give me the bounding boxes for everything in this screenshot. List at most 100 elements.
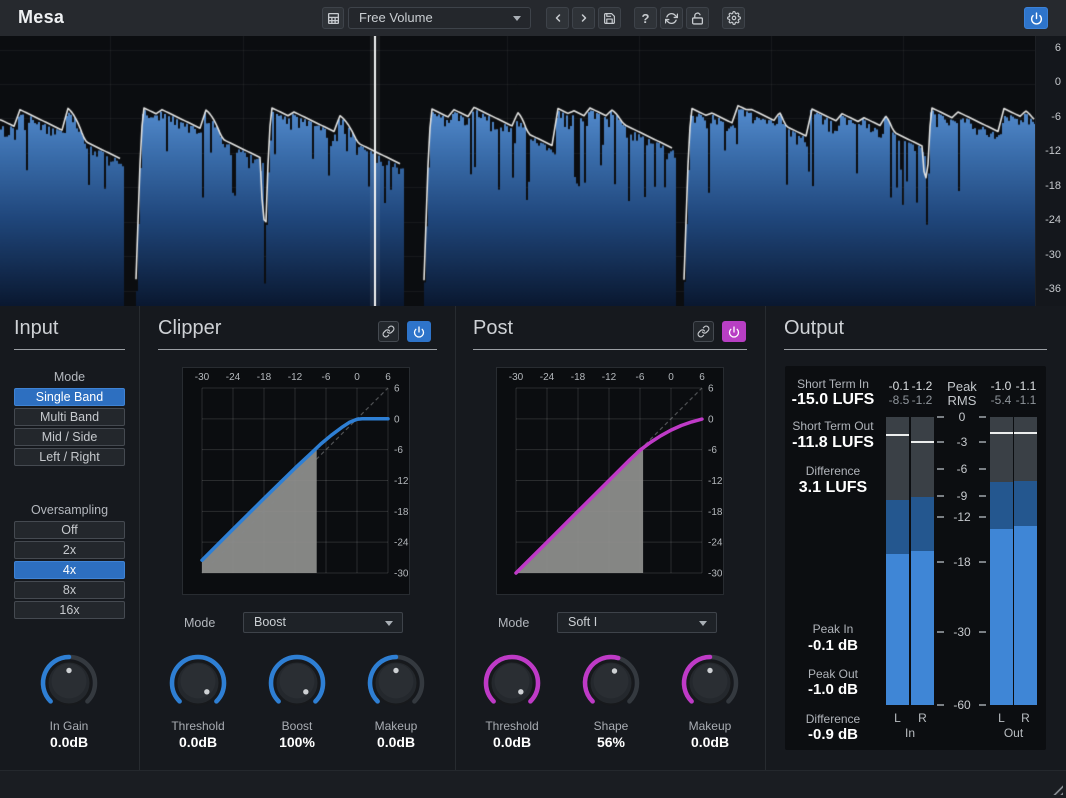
save-preset-button[interactable] [598,7,621,29]
oversampling-option[interactable]: 4x [14,561,125,579]
oversampling-option[interactable]: 16x [14,601,125,619]
loudness-label: Short Term In [785,377,881,391]
clipper-threshold-knob[interactable] [167,652,229,714]
clipper-boost-knob[interactable] [266,652,328,714]
preset-browser-button[interactable] [322,7,344,29]
input-mode-option[interactable]: Mid / Side [14,428,125,446]
post-threshold-knob-value: 0.0dB [466,734,558,750]
clipper-knob-row: Threshold0.0dBBoost100%Makeup0.0dB [152,652,442,750]
post-shape-knob[interactable] [580,652,642,714]
refresh-icon [665,12,678,25]
grid-icon [327,12,340,25]
in-gain-knob[interactable] [38,652,100,714]
meter-scale-label: -18 [942,555,982,569]
meter-scale-label: -30 [942,625,982,639]
footer [0,770,1066,798]
input-mode-option[interactable]: Left / Right [14,448,125,466]
clipper-boost-knob-block: Boost100% [251,652,343,750]
unlock-icon [691,12,704,25]
refresh-button[interactable] [660,7,683,29]
svg-text:0: 0 [708,414,714,425]
power-icon [413,326,425,338]
divider [158,349,437,350]
svg-text:-30: -30 [195,372,210,383]
resize-grip[interactable] [1049,781,1063,795]
post-mode-label: Mode [498,616,529,630]
in-gain-knob-value: 0.0dB [23,734,115,750]
clipper-transfer-graph: -30-24-18-12-60660-6-12-18-24-30 [182,367,410,595]
input-mode-option[interactable]: Single Band [14,388,125,406]
bypass-power-button[interactable] [1024,7,1048,29]
post-makeup-knob[interactable] [679,652,741,714]
input-mode-option[interactable]: Multi Band [14,408,125,426]
svg-text:-12: -12 [708,476,723,487]
post-shape-knob-label: Shape [565,719,657,733]
preset-select[interactable]: Free Volume [348,7,531,29]
db-scale-label: -24 [1045,213,1061,227]
svg-text:0: 0 [354,372,360,383]
prev-preset-button[interactable] [546,7,569,29]
save-icon [603,12,616,25]
waveform-canvas [0,36,1035,306]
db-scale-label: -18 [1045,179,1061,193]
divider [784,349,1047,350]
next-preset-button[interactable] [572,7,595,29]
chevron-right-icon [578,12,590,24]
svg-text:-30: -30 [509,372,524,383]
help-icon: ? [642,11,650,26]
lock-button[interactable] [686,7,709,29]
clipper-makeup-knob[interactable] [365,652,427,714]
app-title: Mesa [18,7,64,28]
svg-text:6: 6 [394,384,400,395]
svg-text:-24: -24 [226,372,241,383]
svg-text:-18: -18 [571,372,586,383]
loudness-value: 3.1 LUFS [785,479,881,497]
clipper-threshold-knob-block: Threshold0.0dB [152,652,244,750]
in-gain-knob-block: In Gain0.0dB [23,652,115,750]
post-panel-title: Post [473,317,513,340]
post-link-button[interactable] [693,321,714,342]
meter-peak-hold-line [990,432,1013,434]
in-gain-knob-label: In Gain [23,719,115,733]
meter-group-label: Out [990,726,1038,740]
clipper-mode-select[interactable]: Boost [243,612,403,633]
chevron-down-icon [699,621,707,626]
oversampling-option[interactable]: 8x [14,581,125,599]
post-power-button[interactable] [722,321,746,342]
clipper-mode-label: Mode [184,616,215,630]
post-threshold-knob[interactable] [481,652,543,714]
meter-rms-fill [1014,526,1037,705]
post-shape-knob-block: Shape56% [565,652,657,750]
clipper-threshold-knob-label: Threshold [152,719,244,733]
clipper-power-button[interactable] [407,321,431,342]
clipper-link-button[interactable] [378,321,399,342]
clipper-makeup-knob-value: 0.0dB [350,734,442,750]
svg-text:-6: -6 [322,372,331,383]
oversampling-option[interactable]: 2x [14,541,125,559]
power-icon [728,326,740,338]
meter-channel-label: L [886,711,909,725]
meter-scale-label: -6 [942,462,982,476]
svg-text:-12: -12 [288,372,303,383]
db-scale-label: -30 [1045,248,1061,262]
meter-peak-hold-line [1014,432,1037,434]
settings-button[interactable] [722,7,745,29]
divider [139,306,140,770]
divider [765,306,766,770]
peak-value: -0.9 dB [785,726,881,743]
oversampling-option[interactable]: Off [14,521,125,539]
svg-text:-30: -30 [394,569,409,580]
divider [14,349,125,350]
svg-text:0: 0 [668,372,674,383]
gear-icon [727,11,741,25]
svg-text:-12: -12 [394,476,409,487]
post-mode-select[interactable]: Soft I [557,612,717,633]
waveform-db-scale: 60-6-12-18-24-30-36 [1035,36,1066,306]
db-scale-label: -36 [1045,282,1061,296]
oversampling-section-label: Oversampling [14,503,125,517]
clipper-panel-title: Clipper [158,317,221,340]
peak-readout-value: -1.2 [902,379,942,393]
clipper-boost-knob-label: Boost [251,719,343,733]
help-button[interactable]: ? [634,7,657,29]
meter-scale-label: -12 [942,510,982,524]
